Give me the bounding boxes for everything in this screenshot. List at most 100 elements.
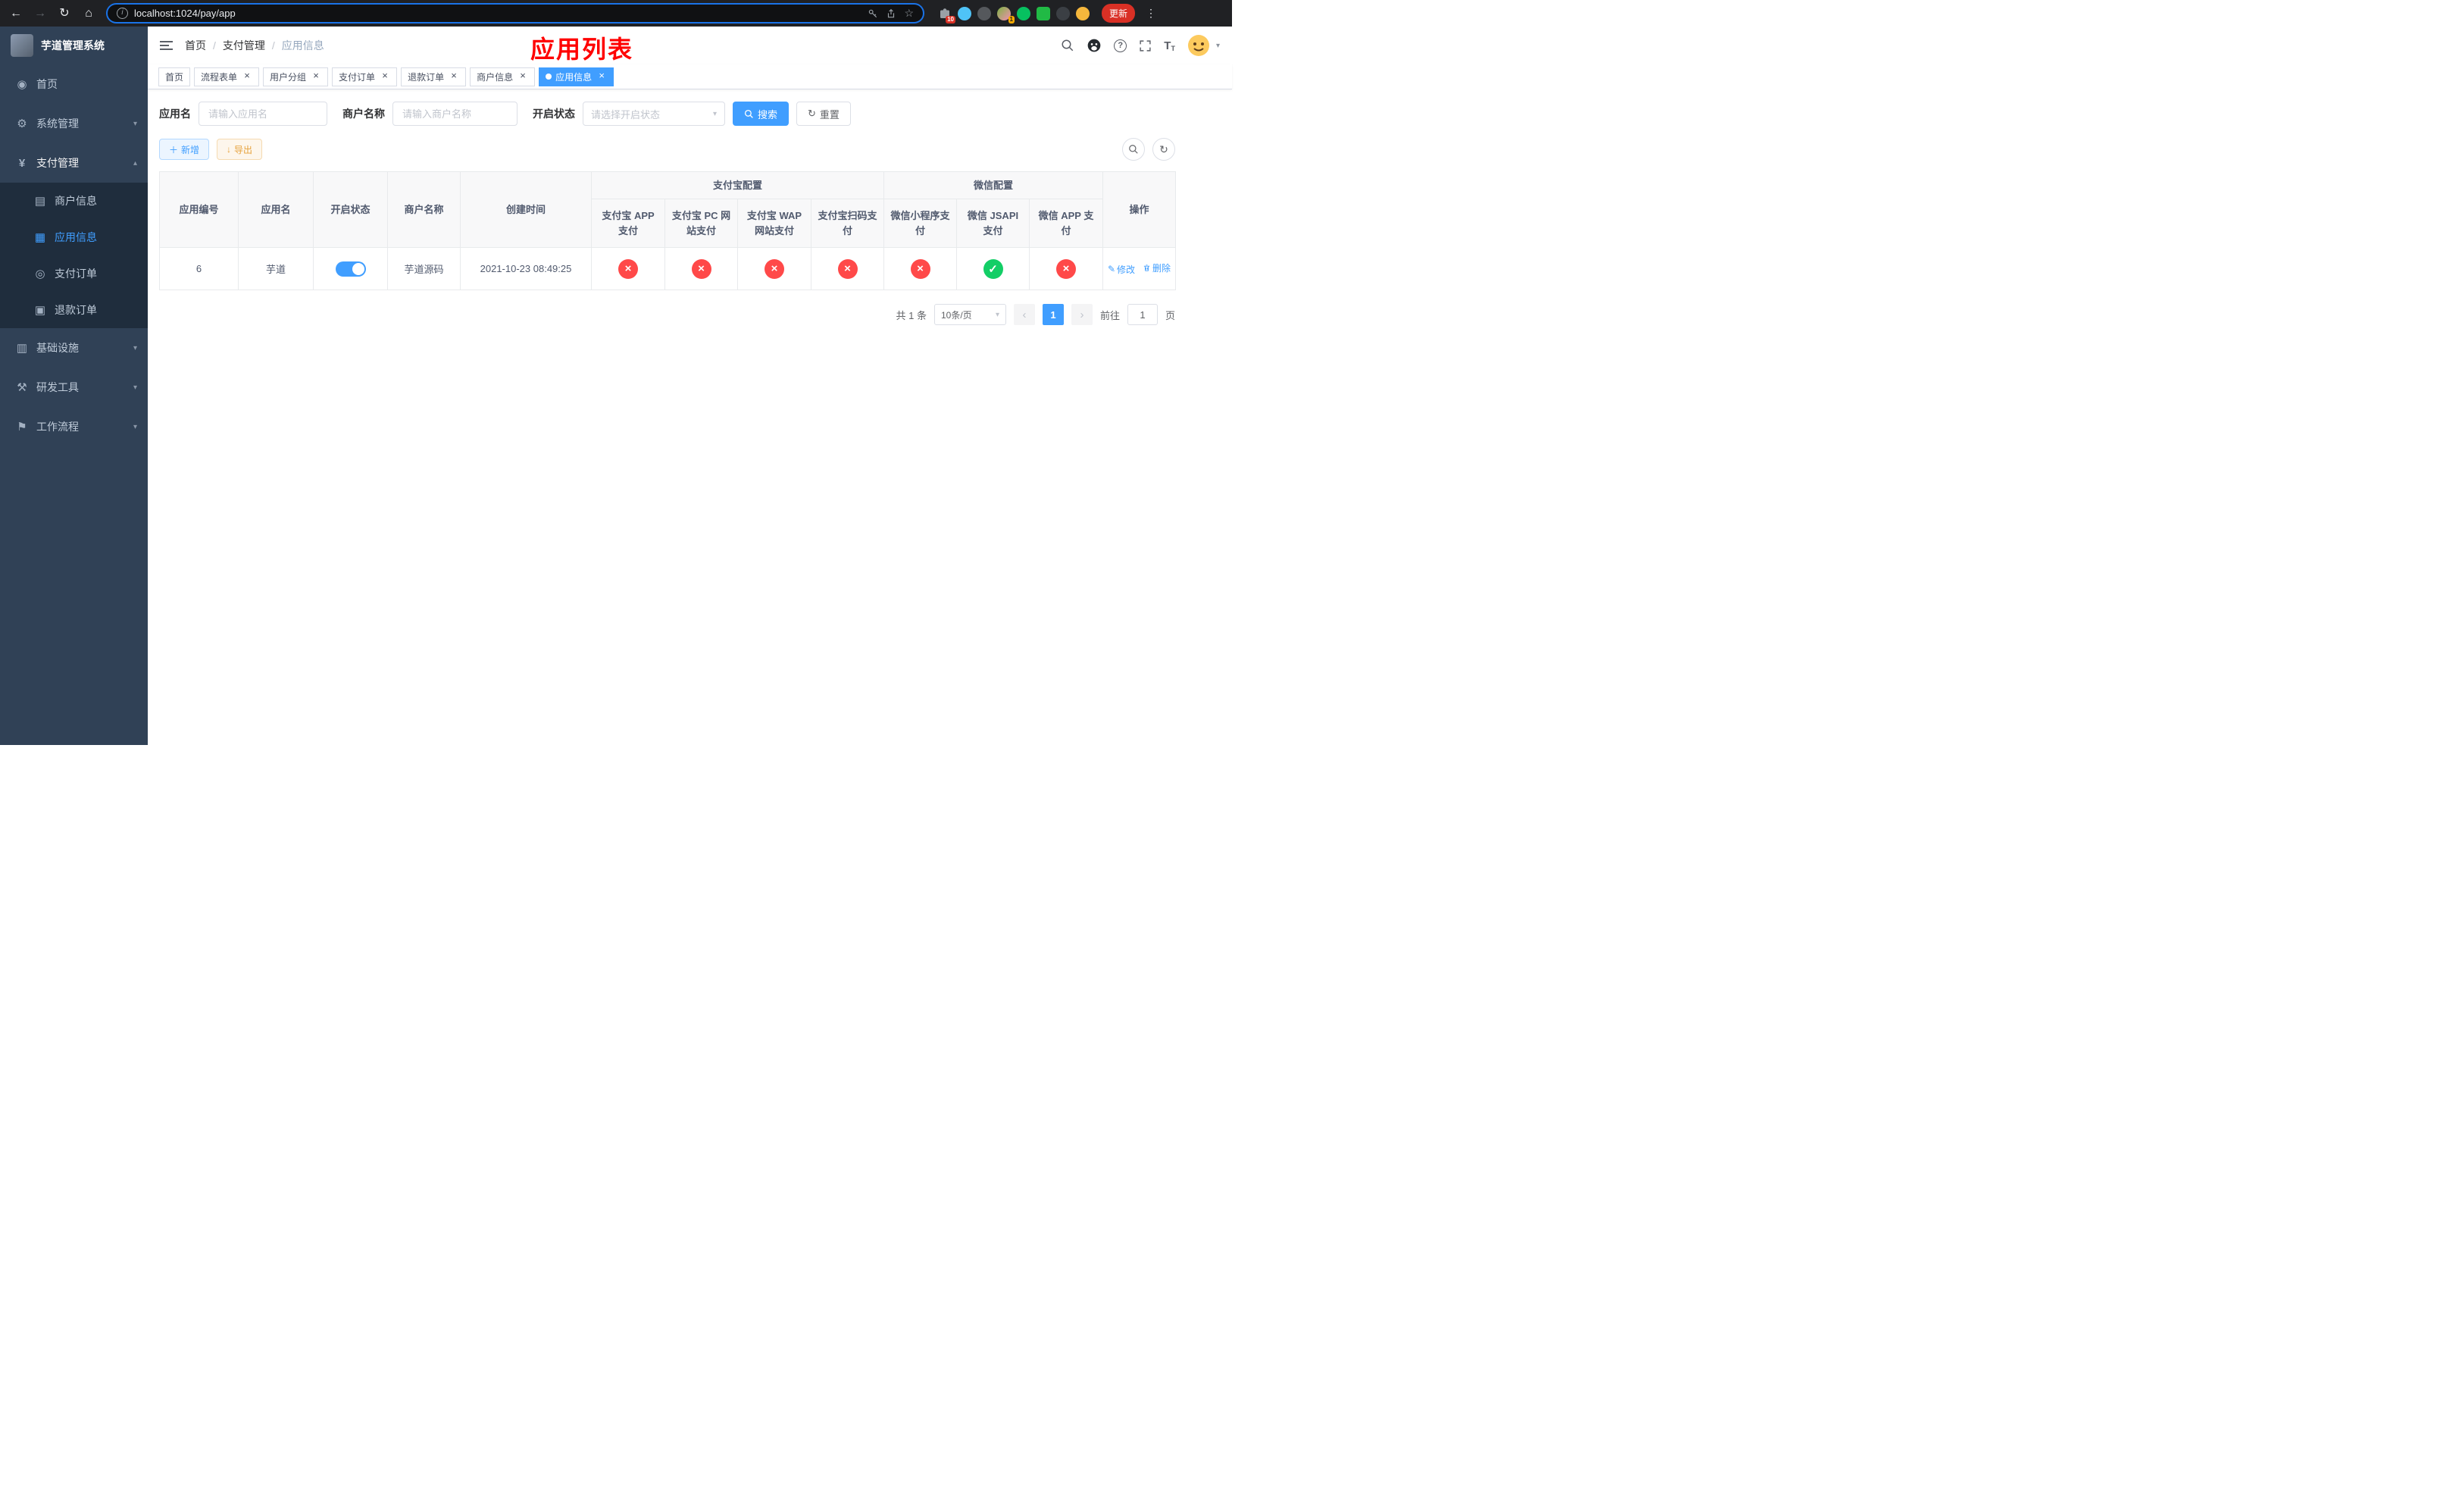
goto-page-input[interactable]	[1127, 304, 1158, 325]
extensions-area: 10 1	[938, 6, 1090, 23]
breadcrumb-payment[interactable]: 支付管理	[223, 38, 265, 53]
delete-button[interactable]: 删除	[1143, 261, 1171, 274]
navbar-actions: ? TT ▾	[1061, 34, 1220, 57]
sidebar-item-pay-order[interactable]: ◎ 支付订单	[0, 255, 148, 292]
tab-close-icon[interactable]: ×	[596, 70, 607, 82]
tab-4[interactable]: 退款订单 ×	[401, 67, 467, 86]
add-button[interactable]: ＋ 新增	[159, 139, 210, 160]
delete-button-label: 删除	[1152, 263, 1171, 274]
url-text[interactable]: localhost:1024/pay/app	[134, 8, 236, 19]
user-avatar[interactable]	[1187, 34, 1210, 57]
prev-page-button[interactable]: ‹	[1013, 304, 1035, 325]
tab-1[interactable]: 流程表单 ×	[194, 67, 260, 86]
refresh-icon[interactable]: ↻	[55, 4, 74, 23]
sidebar-item-home[interactable]: ◉ 首页	[0, 64, 148, 104]
extension-icon-7[interactable]	[1076, 6, 1090, 20]
sidebar-item-payment[interactable]: ¥ 支付管理 ▴	[0, 143, 148, 183]
cross-icon: ×	[837, 258, 858, 279]
toggle-search-button[interactable]	[1122, 138, 1145, 161]
trash-icon	[1143, 265, 1150, 271]
extension-icon-5[interactable]	[1037, 6, 1050, 20]
sidebar-logo[interactable]: 芋道管理系统	[0, 27, 148, 64]
flag-icon: ⚑	[17, 421, 27, 434]
tab-label: 退款订单	[408, 71, 445, 83]
key-icon[interactable]	[868, 8, 878, 19]
grid-icon: ▦	[34, 231, 46, 244]
cell-created: 2021-10-23 08:49:25	[460, 247, 592, 290]
reset-button[interactable]: ↻ 重置	[796, 102, 851, 126]
cell-wechat-app: ×	[1029, 247, 1104, 290]
edit-button[interactable]: ✎ 修改	[1108, 263, 1135, 276]
font-size-icon[interactable]: TT	[1164, 39, 1175, 52]
app-name-input[interactable]	[199, 102, 327, 126]
extension-icon-2[interactable]	[977, 6, 991, 20]
next-page-button[interactable]: ›	[1071, 304, 1093, 325]
tab-6[interactable]: 应用信息 ×	[539, 67, 614, 86]
chevron-down-icon: ▾	[133, 119, 137, 128]
github-icon[interactable]	[1087, 38, 1102, 53]
sidebar-item-system[interactable]: ⚙ 系统管理 ▾	[0, 104, 148, 143]
back-icon[interactable]: ←	[6, 4, 26, 23]
tab-2[interactable]: 用户分组 ×	[263, 67, 329, 86]
merchant-name-input[interactable]	[392, 102, 518, 126]
refresh-table-button[interactable]: ↻	[1152, 138, 1175, 161]
sidebar-item-devtools[interactable]: ⚒ 研发工具 ▾	[0, 368, 148, 407]
url-bar[interactable]: i localhost:1024/pay/app ☆	[106, 3, 924, 23]
search-button[interactable]: 搜索	[733, 102, 790, 126]
reset-button-label: 重置	[819, 108, 840, 121]
tab-close-icon[interactable]: ×	[242, 70, 252, 82]
payment-submenu: ▤ 商户信息 ▦ 应用信息 ◎ 支付订单 ▣ 退款订单	[0, 183, 148, 328]
app-title: 芋道管理系统	[41, 39, 105, 52]
breadcrumb-home[interactable]: 首页	[185, 38, 206, 53]
search-icon	[744, 109, 753, 118]
sidebar-item-app-info[interactable]: ▦ 应用信息	[0, 219, 148, 255]
info-icon[interactable]: i	[117, 8, 128, 19]
app-name-label: 应用名	[159, 108, 191, 120]
sidebar-item-label: 退款订单	[55, 304, 97, 316]
page-number-button[interactable]: 1	[1042, 304, 1064, 325]
page-size-select[interactable]: 10条/页 ▾	[933, 304, 1006, 325]
sidebar-item-infrastructure[interactable]: ▥ 基础设施 ▾	[0, 328, 148, 368]
tab-5[interactable]: 商户信息 ×	[470, 67, 536, 86]
plus-icon: ＋	[169, 144, 179, 155]
extension-icon-6[interactable]	[1056, 6, 1070, 20]
chrome-menu-icon[interactable]: ⋮	[1146, 7, 1157, 20]
home-icon[interactable]: ⌂	[79, 4, 98, 23]
tab-close-icon[interactable]: ×	[449, 70, 459, 82]
forward-icon[interactable]: →	[30, 4, 50, 23]
breadcrumb-separator: /	[213, 39, 216, 52]
toggle-knob	[352, 262, 364, 275]
extension-icon-4[interactable]	[1017, 6, 1030, 20]
export-button[interactable]: ↓ 导出	[217, 139, 263, 160]
sidebar-item-merchant-info[interactable]: ▤ 商户信息	[0, 183, 148, 219]
bookmark-star-icon[interactable]: ☆	[904, 7, 914, 20]
dashboard-icon: ◉	[17, 78, 27, 91]
pagination: 共 1 条 10条/页 ▾ ‹ 1 › 前往 页	[159, 304, 1175, 325]
goto-prefix-label: 前往	[1099, 309, 1120, 321]
tab-3[interactable]: 支付订单 ×	[332, 67, 398, 86]
tab-close-icon[interactable]: ×	[311, 70, 321, 82]
tab-label: 支付订单	[339, 71, 376, 83]
tab-close-icon[interactable]: ×	[518, 70, 528, 82]
group-header-alipay: 支付宝配置	[590, 171, 885, 199]
tab-close-icon[interactable]: ×	[380, 70, 390, 82]
search-icon[interactable]	[1061, 39, 1074, 52]
status-select[interactable]: 请选择开启状态 ▾	[583, 102, 725, 126]
col-header-status: 开启状态	[313, 171, 388, 248]
hamburger-icon[interactable]	[160, 41, 173, 50]
tab-label: 流程表单	[201, 71, 238, 83]
help-icon[interactable]: ?	[1114, 39, 1127, 52]
caret-down-icon[interactable]: ▾	[1216, 42, 1220, 50]
sidebar-item-refund-order[interactable]: ▣ 退款订单	[0, 292, 148, 328]
tab-0[interactable]: 首页	[158, 67, 191, 86]
cross-icon: ×	[765, 258, 784, 279]
sidebar-item-workflow[interactable]: ⚑ 工作流程 ▾	[0, 407, 148, 446]
fullscreen-icon[interactable]	[1139, 39, 1152, 52]
goto-suffix-label: 页	[1165, 309, 1175, 321]
extension-icon-1[interactable]	[958, 6, 971, 20]
chrome-update-button[interactable]: 更新	[1102, 4, 1136, 23]
share-icon[interactable]	[886, 8, 896, 19]
chevron-down-icon: ▾	[133, 422, 137, 431]
sidebar-item-label: 研发工具	[36, 381, 79, 393]
status-toggle[interactable]	[335, 261, 366, 277]
